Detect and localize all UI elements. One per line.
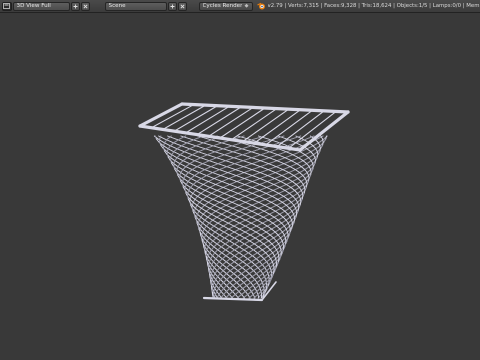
close-icon	[180, 3, 185, 9]
scene-label: Scene	[108, 2, 126, 9]
blender-logo-icon	[256, 2, 266, 10]
lattice-vase-mesh[interactable]	[0, 13, 480, 360]
info-header: 3D View Full Scene Cycles Render ◆ v2.79…	[0, 0, 480, 13]
chevron-updown-icon: ◆	[244, 2, 249, 9]
plus-icon	[73, 4, 78, 8]
screen-layout-label: 3D View Full	[16, 2, 51, 9]
blender-window: 3D View Full Scene Cycles Render ◆ v2.79…	[0, 0, 480, 360]
screen-layout-dropdown[interactable]: 3D View Full	[12, 1, 70, 11]
3d-viewport[interactable]	[0, 13, 480, 360]
close-icon	[83, 3, 88, 9]
remove-screen-button[interactable]	[80, 1, 90, 11]
add-screen-button[interactable]	[70, 1, 80, 11]
editor-type-button[interactable]	[2, 1, 12, 11]
remove-scene-button[interactable]	[177, 1, 187, 11]
scene-control: Scene	[104, 1, 187, 11]
plus-icon	[170, 4, 175, 8]
render-engine-control: Cycles Render ◆	[198, 1, 253, 11]
render-engine-label: Cycles Render	[202, 2, 243, 9]
scene-dropdown[interactable]: Scene	[104, 1, 167, 11]
mesh-wires	[138, 102, 350, 302]
add-scene-button[interactable]	[167, 1, 177, 11]
render-engine-dropdown[interactable]: Cycles Render ◆	[198, 1, 253, 11]
scene-statistics: v2.79 | Verts:7,315 | Faces:9,328 | Tris…	[267, 3, 480, 9]
screen-layout-control: 3D View Full	[12, 1, 90, 11]
info-icon	[3, 3, 11, 9]
